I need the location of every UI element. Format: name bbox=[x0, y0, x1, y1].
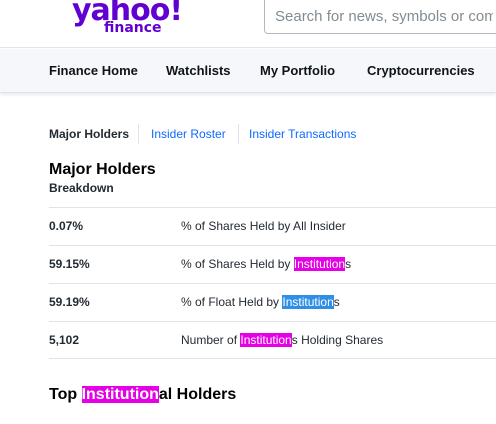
logo-subtext: finance bbox=[104, 20, 162, 36]
tab-insider-transactions[interactable]: Insider Transactions bbox=[249, 127, 356, 141]
holder-value: 5,102 bbox=[49, 333, 80, 347]
holder-label: Number of Institutions Holding Shares bbox=[181, 333, 383, 347]
site-header: yahoo! finance bbox=[0, 0, 496, 48]
top-institutional-holders-title: Top Institutional Holders bbox=[49, 386, 236, 404]
search-highlight: Institution bbox=[81, 386, 159, 403]
holder-value: 59.19% bbox=[49, 295, 90, 309]
nav-cryptocurrencies[interactable]: Cryptocurrencies bbox=[367, 63, 475, 78]
holder-label: % of Shares Held by Institutions bbox=[181, 257, 351, 271]
label-text: % of Shares Held by bbox=[181, 257, 294, 271]
nav-finance-home[interactable]: Finance Home bbox=[49, 63, 138, 78]
table-row: 59.19% % of Float Held by Institutions bbox=[49, 283, 496, 321]
label-text: s Holding Shares bbox=[291, 333, 384, 347]
holder-value: 0.07% bbox=[49, 219, 84, 233]
main-nav: Finance Home Watchlists My Portfolio Cry… bbox=[0, 49, 496, 93]
search-highlight-active: Institution bbox=[282, 295, 334, 309]
tab-divider bbox=[138, 124, 139, 144]
title-text: Top bbox=[49, 386, 82, 403]
search-highlight: Institution bbox=[293, 257, 346, 271]
title-text: al Holders bbox=[158, 386, 237, 403]
table-row: 0.07% % of Shares Held by All Insider bbox=[49, 207, 496, 245]
search-input[interactable] bbox=[265, 0, 496, 33]
tab-divider bbox=[238, 124, 239, 144]
search-highlight: Institution bbox=[240, 333, 292, 347]
label-text: s bbox=[333, 295, 340, 309]
label-text: % of Float Held by bbox=[181, 295, 283, 309]
label-text: s bbox=[345, 257, 352, 271]
nav-watchlists[interactable]: Watchlists bbox=[166, 63, 231, 78]
tab-insider-roster[interactable]: Insider Roster bbox=[151, 127, 226, 141]
holder-label: % of Float Held by Institutions bbox=[181, 295, 340, 309]
major-holders-title: Major Holders bbox=[49, 161, 156, 178]
label-text: % of Shares Held by All Insider bbox=[181, 219, 346, 233]
nav-my-portfolio[interactable]: My Portfolio bbox=[260, 63, 335, 78]
holder-value: 59.15% bbox=[49, 257, 90, 271]
label-text: Number of bbox=[181, 333, 241, 347]
yahoo-finance-logo[interactable]: yahoo! finance bbox=[72, 0, 183, 40]
tab-major-holders[interactable]: Major Holders bbox=[49, 127, 129, 141]
table-row: 59.15% % of Shares Held by Institutions bbox=[49, 245, 496, 283]
holder-label: % of Shares Held by All Insider bbox=[181, 219, 346, 233]
search-box[interactable] bbox=[264, 0, 496, 34]
table-row: 5,102 Number of Institutions Holding Sha… bbox=[49, 321, 496, 359]
breakdown-subtitle: Breakdown bbox=[49, 181, 114, 195]
